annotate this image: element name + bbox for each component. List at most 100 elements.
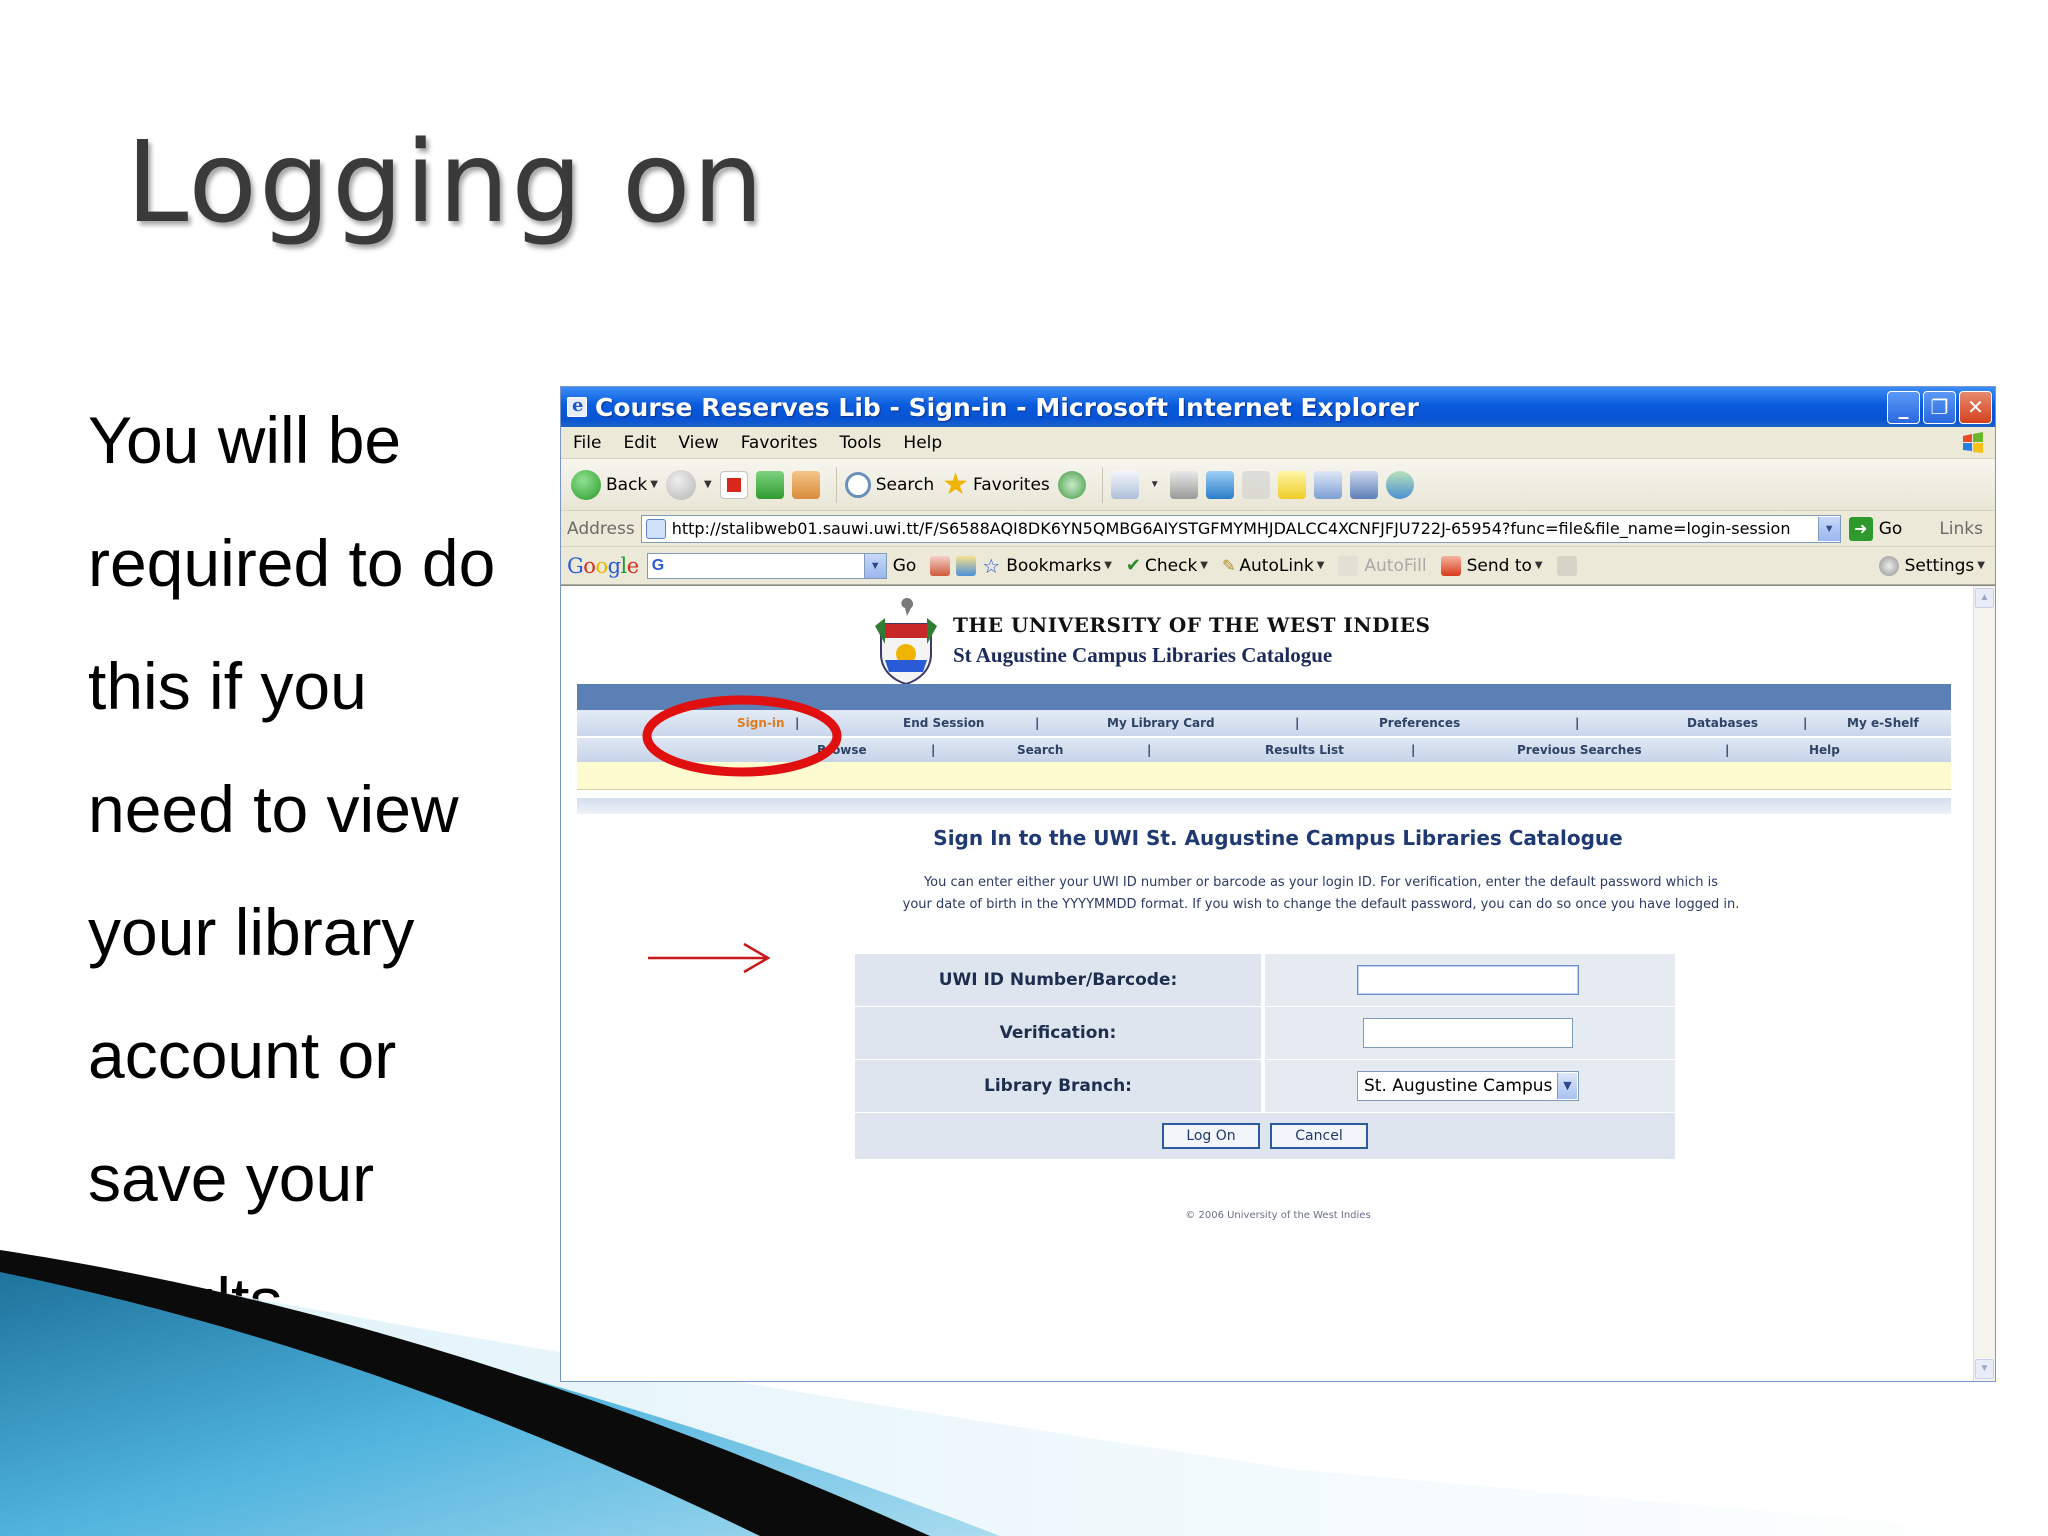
bullet-line: account or bbox=[88, 1018, 397, 1092]
slide-bullet-text: You will be required to do this if you n… bbox=[88, 392, 548, 1376]
send-to-button[interactable]: Send to ▼ bbox=[1440, 555, 1543, 576]
address-url: http://stalibweb01.sauwi.uwi.tt/F/S6588A… bbox=[671, 519, 1791, 538]
menu-view[interactable]: View bbox=[678, 433, 718, 453]
log-on-button[interactable]: Log On bbox=[1162, 1123, 1260, 1149]
nav-results-list[interactable]: Results List bbox=[1265, 743, 1344, 757]
media-icon[interactable] bbox=[1349, 470, 1378, 499]
autofill-button[interactable]: AutoFill bbox=[1338, 555, 1427, 576]
scroll-up-icon[interactable]: ▲ bbox=[1975, 588, 1994, 608]
bookmarks-button[interactable]: ☆ Bookmarks ▼ bbox=[982, 554, 1112, 578]
branch-selected-value: St. Augustine Campus bbox=[1364, 1076, 1553, 1096]
history-icon[interactable] bbox=[1057, 470, 1086, 499]
back-button[interactable]: Back ▼ bbox=[571, 469, 658, 500]
site-title-block: THE UNIVERSITY OF THE WEST INDIES St Aug… bbox=[953, 613, 1430, 668]
edit-icon[interactable] bbox=[1241, 470, 1270, 499]
forward-arrow-icon bbox=[665, 469, 696, 500]
sign-in-highlight-circle bbox=[642, 695, 842, 777]
search-icon bbox=[844, 471, 871, 498]
pagerank-icon[interactable] bbox=[930, 555, 951, 576]
nav-separator: | bbox=[1147, 743, 1152, 757]
puzzle-icon[interactable] bbox=[956, 555, 977, 576]
signin-help-text: You can enter either your UWI ID number … bbox=[821, 872, 1821, 916]
spellcheck-button[interactable]: ✔ Check ▼ bbox=[1126, 555, 1208, 576]
scroll-down-icon[interactable]: ▼ bbox=[1975, 1359, 1994, 1379]
favorites-button[interactable]: ★ Favorites bbox=[942, 467, 1050, 502]
menu-favorites[interactable]: Favorites bbox=[741, 433, 818, 453]
highlight-icon[interactable] bbox=[1556, 555, 1577, 576]
wand-icon: ✎ bbox=[1222, 556, 1236, 575]
forward-button[interactable]: ▼ bbox=[665, 469, 712, 500]
links-button[interactable]: Links bbox=[1939, 519, 1983, 539]
bookmarks-label: Bookmarks bbox=[1006, 555, 1102, 576]
toolbar-separator bbox=[1101, 466, 1103, 503]
close-button[interactable]: ✕ bbox=[1959, 390, 1992, 424]
help-line: your date of birth in the YYYYMMDD forma… bbox=[902, 897, 1740, 912]
verification-label: Verification: bbox=[855, 1007, 1261, 1059]
search-button[interactable]: Search bbox=[844, 471, 935, 498]
catalogue-name: St Augustine Campus Libraries Catalogue bbox=[953, 642, 1333, 667]
nav-my-e-shelf[interactable]: My e-Shelf bbox=[1847, 716, 1919, 730]
login-form: UWI ID Number/Barcode: Verification: Lib… bbox=[855, 954, 1675, 1159]
nav-help[interactable]: Help bbox=[1809, 743, 1840, 757]
address-bar: Address http://stalibweb01.sauwi.uwi.tt/… bbox=[561, 511, 1995, 547]
google-go-button[interactable]: Go bbox=[893, 556, 917, 576]
bullet-line: required to do bbox=[88, 526, 496, 600]
back-arrow-icon bbox=[571, 469, 601, 500]
address-label: Address bbox=[567, 518, 635, 539]
check-label: Check bbox=[1145, 555, 1198, 576]
copyright-footer: © 2006 University of the West Indies bbox=[1185, 1210, 1371, 1221]
address-go-button[interactable]: ➜ Go bbox=[1848, 516, 1902, 541]
google-search-input[interactable]: G ▼ bbox=[646, 552, 887, 579]
verification-input[interactable] bbox=[1363, 1018, 1573, 1048]
branch-label: Library Branch: bbox=[855, 1060, 1261, 1112]
nav-my-library-card[interactable]: My Library Card bbox=[1107, 716, 1215, 730]
branch-cell: St. Augustine Campus ▼ bbox=[1265, 1060, 1675, 1112]
print-icon[interactable] bbox=[1169, 470, 1198, 499]
menu-file[interactable]: File bbox=[573, 433, 601, 453]
bullet-line: need to view bbox=[88, 772, 459, 846]
google-logo[interactable]: Google bbox=[567, 554, 639, 578]
nav-search[interactable]: Search bbox=[1017, 743, 1063, 757]
nav-end-session[interactable]: End Session bbox=[903, 716, 984, 730]
autolink-button[interactable]: ✎ AutoLink ▼ bbox=[1222, 556, 1324, 576]
mail-icon[interactable] bbox=[1110, 470, 1139, 499]
go-arrow-icon: ➜ bbox=[1848, 516, 1873, 541]
restore-button[interactable]: ❐ bbox=[1923, 390, 1956, 424]
search-label: Search bbox=[875, 474, 935, 495]
divider-band bbox=[577, 798, 1951, 814]
google-dropdown-icon[interactable]: ▼ bbox=[863, 553, 886, 578]
nav-databases[interactable]: Databases bbox=[1687, 716, 1758, 730]
library-branch-select[interactable]: St. Augustine Campus ▼ bbox=[1357, 1071, 1579, 1101]
refresh-icon[interactable] bbox=[755, 470, 784, 499]
address-input[interactable]: http://stalibweb01.sauwi.uwi.tt/F/S6588A… bbox=[640, 514, 1841, 543]
chevron-down-icon[interactable]: ▼ bbox=[1557, 1073, 1577, 1099]
title-bar[interactable]: Course Reserves Lib - Sign-in - Microsof… bbox=[561, 387, 1995, 427]
cancel-button[interactable]: Cancel bbox=[1270, 1123, 1368, 1149]
vertical-scrollbar[interactable]: ▲ ▼ bbox=[1973, 586, 1995, 1381]
contacts-icon[interactable] bbox=[1385, 470, 1414, 499]
stop-icon[interactable] bbox=[719, 470, 748, 499]
menu-bar: File Edit View Favorites Tools Help bbox=[561, 427, 1995, 459]
nav-preferences[interactable]: Preferences bbox=[1379, 716, 1460, 730]
nav-separator: | bbox=[1411, 743, 1416, 757]
nav-separator: | bbox=[1575, 716, 1580, 730]
menu-edit[interactable]: Edit bbox=[623, 433, 656, 453]
help-line: You can enter either your UWI ID number … bbox=[923, 875, 1719, 890]
notes-icon[interactable] bbox=[1277, 470, 1306, 499]
settings-label: Settings bbox=[1904, 555, 1975, 576]
spellcheck-icon: ✔ bbox=[1125, 555, 1141, 576]
menu-help[interactable]: Help bbox=[903, 433, 942, 453]
menu-tools[interactable]: Tools bbox=[840, 433, 882, 453]
ie-app-icon bbox=[567, 395, 587, 417]
settings-button[interactable]: Settings ▼ bbox=[1878, 555, 1985, 576]
home-icon[interactable] bbox=[791, 470, 820, 499]
address-dropdown-icon[interactable]: ▼ bbox=[1817, 516, 1840, 541]
university-name: THE UNIVERSITY OF THE WEST INDIES bbox=[953, 612, 1431, 637]
research-icon[interactable] bbox=[1313, 470, 1342, 499]
nav-previous-searches[interactable]: Previous Searches bbox=[1517, 743, 1642, 757]
minimize-button[interactable]: _ bbox=[1887, 390, 1920, 424]
back-label: Back bbox=[606, 474, 648, 495]
uwi-id-input[interactable] bbox=[1357, 965, 1579, 995]
messenger-icon[interactable] bbox=[1205, 470, 1234, 499]
page-icon bbox=[645, 518, 666, 539]
